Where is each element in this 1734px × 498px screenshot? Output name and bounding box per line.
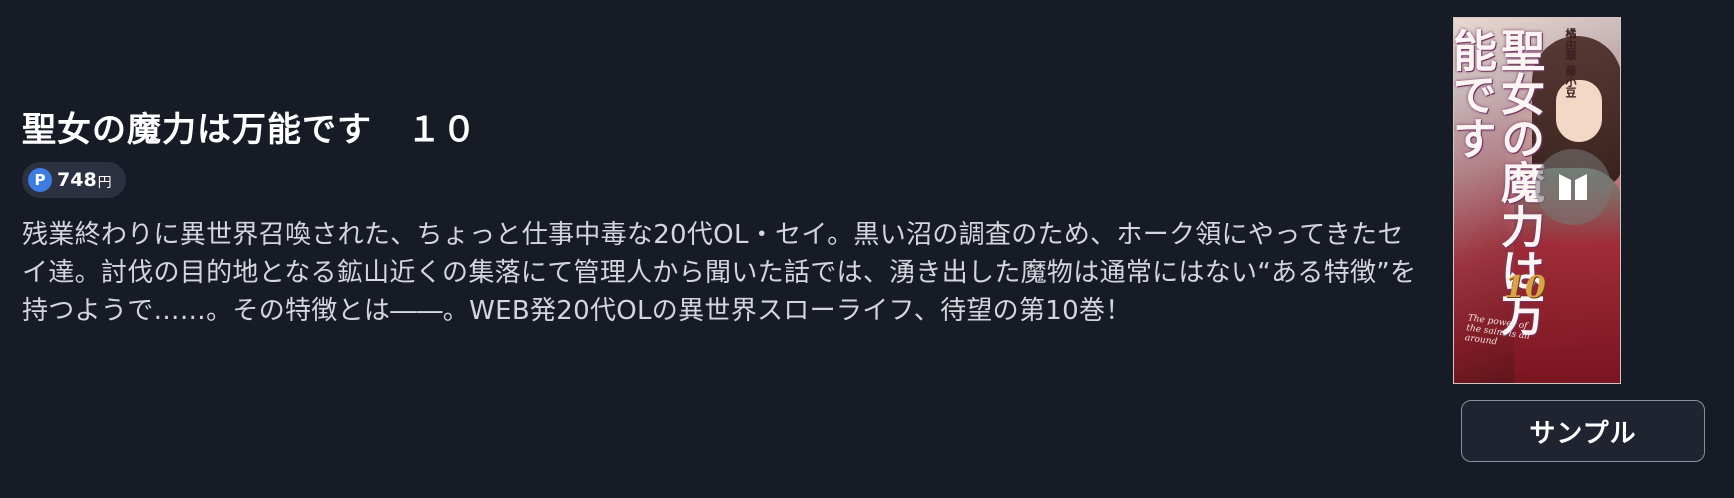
book-detail-panel: 聖女の魔力は万能です １０ P 748 円 残業終わりに異世界召喚された、ちょっ… xyxy=(0,0,1734,498)
book-preview-icon[interactable] xyxy=(1535,149,1611,225)
price-badge: P 748 円 xyxy=(22,162,126,198)
point-icon: P xyxy=(28,168,52,192)
cover-author: 橘由華 藤小豆 xyxy=(1564,28,1577,98)
price-value: 748 xyxy=(57,169,97,191)
sample-button[interactable]: サンプル xyxy=(1461,400,1705,462)
book-description: 残業終わりに異世界召喚された、ちょっと仕事中毒な20代OL・セイ。黒い沼の調査の… xyxy=(22,220,1417,326)
book-title: 聖女の魔力は万能です １０ xyxy=(22,110,477,150)
price-unit: 円 xyxy=(97,174,112,191)
book-cover[interactable]: 聖女の魔力は万能です 橘由華 藤小豆 10 The power of the s… xyxy=(1453,17,1621,384)
cover-volume: 10 xyxy=(1504,270,1546,305)
